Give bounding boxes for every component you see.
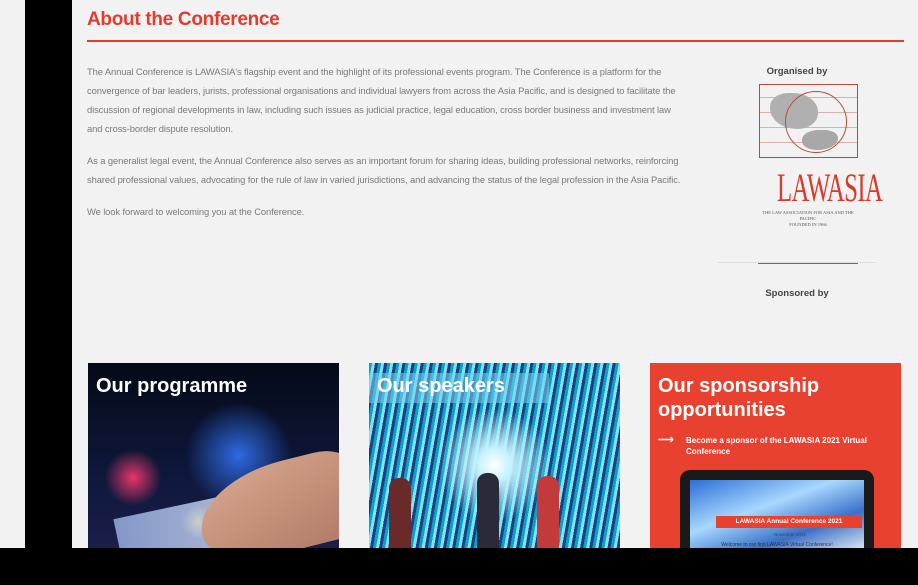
welcome-text: Welcome to our first LAWASIA Virtual Con… [721,542,833,548]
about-text: The Annual Conference is LAWASIA's flags… [87,62,687,234]
organised-by-label: Organised by [766,66,828,77]
left-gutter [25,0,72,548]
person-silhouette [537,476,559,548]
person-silhouette [477,473,499,548]
world-map-icon [759,84,858,158]
lawasia-logo[interactable]: LAWASIA THE LAW ASSOCIATION FOR ASIA AND… [758,84,883,264]
sponsorship-card[interactable]: Our sponsorship opportunities ⟶ Become a… [650,363,901,548]
hand-image [189,444,339,548]
sponsorship-card-title: Our sponsorship opportunities [658,375,820,421]
speakers-card-title: Our speakers [377,375,505,397]
person-silhouette [389,478,411,548]
logo-subtitle: THE LAW ASSOCIATION FOR ASIA AND THE PAC… [762,210,854,227]
sponsorship-subtitle: Become a sponsor of the LAWASIA 2021 Vir… [686,436,867,456]
title-divider [87,40,904,42]
logo-wordmark: LAWASIA [777,165,883,210]
page-content: About the Conference The Annual Conferen… [0,0,918,548]
speakers-card[interactable]: Our speakers [369,363,620,548]
programme-card-title: Our programme [96,375,248,397]
conference-banner: LAWASIA Annual Conference 2021 [716,516,862,528]
arrow-right-icon: ⟶ [658,434,674,446]
programme-card[interactable]: Our programme [88,363,339,548]
about-paragraph-2: As a generalist legal event, the Annual … [87,155,681,185]
about-paragraph-3: We look forward to welcoming you at the … [87,206,305,217]
about-paragraph-1: The Annual Conference is LAWASIA's flags… [87,66,676,134]
laptop-screen-image: LAWASIA Annual Conference 2021 November … [680,470,874,548]
sidebar-divider [718,262,876,263]
conference-banner-date: November 2021 [773,532,807,537]
sponsored-by-label: Sponsored by [765,288,829,299]
section-title: About the Conference [87,9,280,30]
